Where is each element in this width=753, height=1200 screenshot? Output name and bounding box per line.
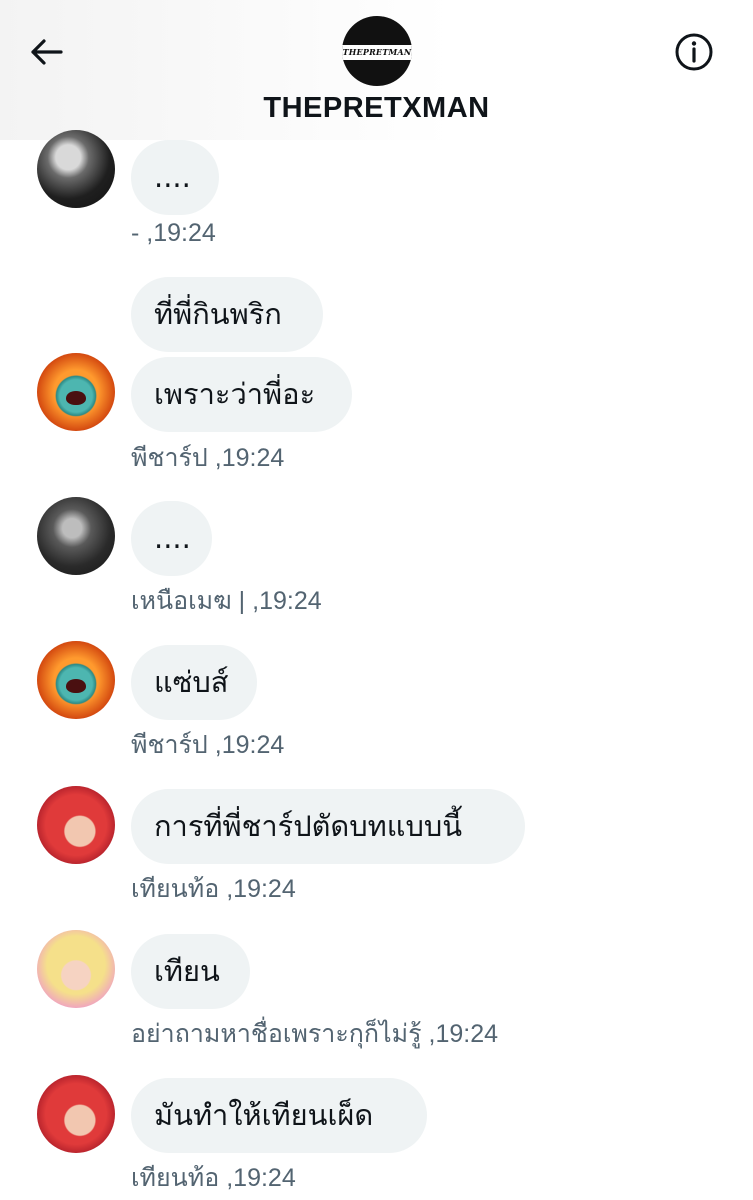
message-meta: - ,19:24	[131, 219, 216, 247]
group-name[interactable]: THEPRETXMAN	[0, 92, 753, 125]
message-meta: อย่าถามหาชื่อเพราะกุก็ไม่รู้ ,19:24	[131, 1020, 498, 1048]
red-hair-princess-avatar[interactable]	[37, 786, 115, 864]
red-hair-princess-avatar[interactable]	[37, 1075, 115, 1153]
group-logo-text: THEPRETMAN	[342, 47, 412, 57]
timestamp: 19:24	[153, 219, 216, 247]
timestamp: 19:24	[259, 587, 322, 615]
orange-monster-avatar[interactable]	[37, 353, 115, 431]
dark-photo-avatar[interactable]	[37, 130, 115, 208]
dark-photo-avatar[interactable]	[37, 497, 115, 575]
group-avatar[interactable]: THEPRETMAN	[342, 16, 412, 86]
orange-monster-avatar[interactable]	[37, 641, 115, 719]
sender-name: พีชาร์ป	[131, 444, 208, 472]
sender-name: อย่าถามหาชื่อเพราะกุก็ไม่รู้	[131, 1020, 422, 1048]
timestamp: 19:24	[221, 731, 285, 759]
sender-name: พีชาร์ป	[131, 731, 208, 759]
message-bubble[interactable]: แซ่บส์	[131, 645, 257, 720]
message-bubble[interactable]: ....	[131, 501, 212, 576]
back-button[interactable]	[24, 30, 68, 74]
info-button[interactable]	[672, 30, 716, 74]
message-bubble[interactable]: เพราะว่าพี่อะ	[131, 357, 352, 432]
message-meta: พีชาร์ป ,19:24	[131, 731, 285, 759]
timestamp: 19:24	[233, 1164, 296, 1192]
info-icon	[675, 33, 713, 71]
conversation-header: THEPRETMAN THEPRETXMAN	[0, 0, 753, 140]
timestamp: 19:24	[435, 1020, 498, 1048]
message-meta: เหนือเมฆ | ,19:24	[131, 587, 322, 615]
message-bubble[interactable]: เทียน	[131, 934, 250, 1009]
message-meta: เทียนท้อ ,19:24	[131, 875, 296, 903]
message-bubble[interactable]: มันทำให้เทียนเผ็ด	[131, 1078, 427, 1153]
timestamp: 19:24	[221, 444, 285, 472]
message-bubble[interactable]: การที่พี่ชาร์ปตัดบทแบบนี้	[131, 789, 525, 864]
arrow-left-icon	[31, 39, 63, 65]
timestamp: 19:24	[233, 875, 296, 903]
message-bubble[interactable]: ที่พี่กินพริก	[131, 277, 323, 352]
message-meta: พีชาร์ป ,19:24	[131, 444, 285, 472]
sender-name: เหนือเมฆ |	[131, 587, 246, 615]
message-bubble[interactable]: ....	[131, 140, 219, 215]
blonde-doll-avatar[interactable]	[37, 930, 115, 1008]
sender-name: เทียนท้อ	[131, 875, 220, 903]
sender-name: เทียนท้อ	[131, 1164, 220, 1192]
sender-name: -	[131, 219, 140, 247]
message-meta: เทียนท้อ ,19:24	[131, 1164, 296, 1192]
